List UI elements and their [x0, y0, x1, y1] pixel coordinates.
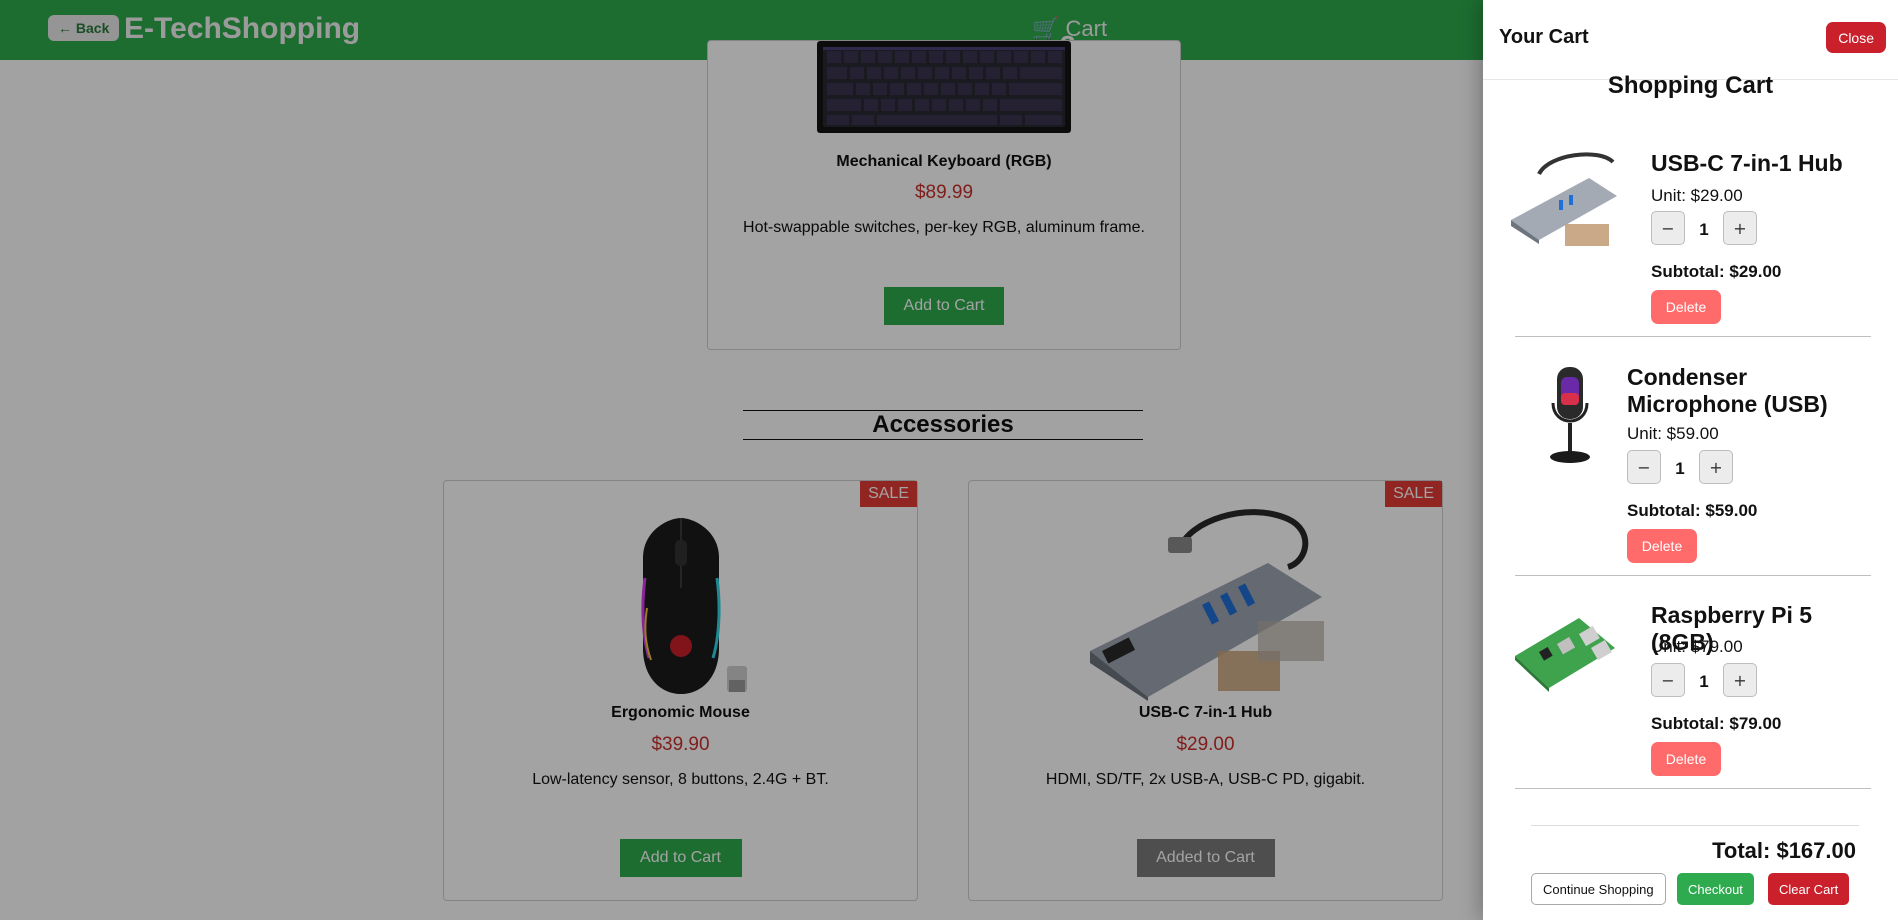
cart-item: Condenser Microphone (USB) Unit: $59.00 … — [1515, 337, 1871, 576]
close-button[interactable]: Close — [1826, 22, 1886, 53]
decrease-qty-button[interactable]: − — [1651, 211, 1685, 245]
cart-item-subtotal: Subtotal: $59.00 — [1627, 501, 1758, 520]
delete-button[interactable]: Delete — [1627, 529, 1697, 563]
cart-heading: Shopping Cart — [1607, 72, 1774, 99]
raspberry-pi-thumbnail — [1509, 604, 1619, 704]
cart-item-unit-price: Unit: $79.00 — [1651, 637, 1743, 656]
cart-total: Total: $167.00 — [1712, 838, 1856, 863]
cart-drawer-header: Your Cart Close — [1483, 0, 1898, 80]
cart-drawer-title: Your Cart — [1499, 26, 1589, 48]
usb-hub-thumbnail — [1509, 148, 1619, 258]
cart-item: Raspberry Pi 5 (8GB) Unit: $79.00 − 1 + … — [1509, 576, 1871, 789]
increase-qty-button[interactable]: + — [1723, 211, 1757, 245]
cart-item-name: Condenser Microphone (USB) — [1627, 364, 1828, 417]
cart-drawer: Your Cart Close Shopping Cart USB-C 7-in… — [1483, 0, 1898, 920]
continue-shopping-button[interactable]: Continue Shopping — [1531, 873, 1666, 905]
decrease-qty-button[interactable]: − — [1627, 450, 1661, 484]
cart-item-unit-price: Unit: $59.00 — [1627, 424, 1719, 443]
checkout-button[interactable]: Checkout — [1677, 873, 1754, 905]
cart-item-qty: 1 — [1675, 459, 1685, 478]
delete-button[interactable]: Delete — [1651, 290, 1721, 324]
cart-item-qty: 1 — [1699, 672, 1709, 691]
cart-item: USB-C 7-in-1 Hub Unit: $29.00 − 1 + Subt… — [1509, 132, 1871, 337]
microphone-thumbnail — [1529, 363, 1609, 473]
clear-cart-button[interactable]: Clear Cart — [1768, 873, 1850, 905]
total-divider — [1531, 825, 1859, 826]
cart-item-qty: 1 — [1699, 220, 1709, 239]
delete-button[interactable]: Delete — [1651, 742, 1721, 776]
increase-qty-button[interactable]: + — [1699, 450, 1733, 484]
increase-qty-button[interactable]: + — [1723, 663, 1757, 697]
cart-item-name: USB-C 7-in-1 Hub — [1651, 150, 1843, 176]
cart-item-subtotal: Subtotal: $29.00 — [1651, 262, 1782, 281]
cart-item-subtotal: Subtotal: $79.00 — [1651, 714, 1782, 733]
decrease-qty-button[interactable]: − — [1651, 663, 1685, 697]
cart-item-unit-price: Unit: $29.00 — [1651, 186, 1743, 205]
